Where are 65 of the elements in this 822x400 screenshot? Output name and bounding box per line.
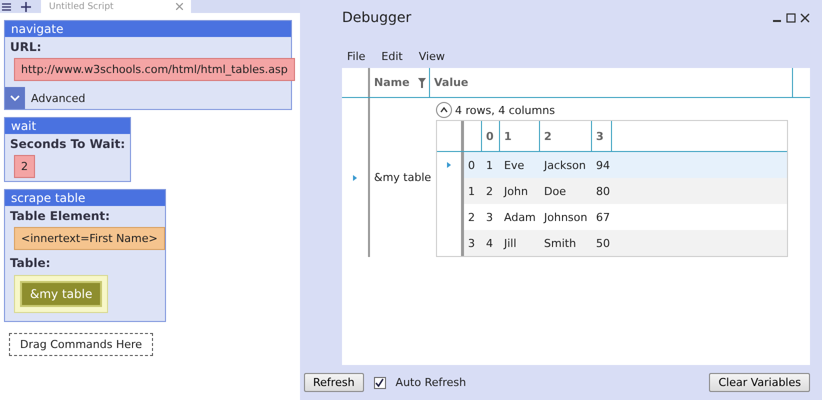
menu-item[interactable]: File	[342, 48, 370, 65]
command-title: wait	[5, 118, 130, 134]
table-cell: 94	[596, 158, 610, 172]
table-cell: Smith	[544, 236, 576, 250]
row-index: 3	[468, 236, 475, 250]
checkbox[interactable]	[374, 376, 386, 388]
checkbox-label: Auto Refresh	[396, 376, 466, 389]
input-field[interactable]: 2	[14, 155, 35, 178]
table-cell: 2	[486, 184, 493, 198]
table-cell: Jackson	[544, 158, 586, 172]
plus-icon[interactable]	[21, 2, 31, 12]
row-index: 2	[468, 210, 475, 224]
field-label: Table Element:	[9, 208, 111, 225]
field-label: Table:	[9, 255, 52, 272]
menu-icon[interactable]	[2, 2, 11, 10]
expand-button[interactable]	[5, 87, 25, 109]
table-cell: John	[504, 184, 528, 198]
table-summary: 4 rows, 4 columns	[455, 104, 555, 116]
refresh-button[interactable]: Refresh	[304, 373, 364, 392]
window-title: Debugger	[342, 10, 412, 26]
row-index: 0	[468, 158, 475, 172]
filter-icon[interactable]	[418, 78, 426, 88]
command-block[interactable]: scrape table Table Element: <innertext=First Name> Table: &my table	[4, 189, 166, 322]
table-cell: Doe	[544, 184, 566, 198]
column-header[interactable]: 2	[540, 121, 592, 151]
maximize-icon[interactable]	[786, 13, 796, 23]
column-header[interactable]: 0	[482, 121, 500, 151]
table-row[interactable]: 1 2 John Doe 80	[437, 178, 787, 204]
table-cell: Jill	[504, 236, 516, 250]
field-label: URL:	[9, 39, 42, 56]
table-cell: Eve	[504, 158, 524, 172]
clear-variables-button[interactable]: Clear Variables	[709, 373, 810, 392]
table-cell: 50	[596, 236, 610, 250]
column-header[interactable]: 3	[592, 121, 612, 151]
menu-item[interactable]: Edit	[376, 48, 408, 65]
column-header[interactable]: 1	[500, 121, 540, 151]
chevron-icon	[10, 94, 20, 102]
field-label: Seconds To Wait:	[9, 136, 126, 153]
close-icon[interactable]	[800, 13, 810, 23]
table-cell: 4	[486, 236, 493, 250]
variable-name: &my table	[374, 171, 432, 184]
chevron-icon	[440, 107, 448, 113]
row-pointer-icon	[353, 174, 357, 180]
menu-item[interactable]: View	[414, 48, 450, 65]
table-row[interactable]: 0 1 Eve Jackson 94	[437, 152, 787, 178]
row-index: 1	[468, 184, 475, 198]
column-header[interactable]: Value	[434, 76, 468, 89]
table-cell: Adam	[504, 210, 536, 224]
drop-zone[interactable]: Drag Commands Here	[9, 333, 154, 356]
table-cell: 1	[486, 158, 493, 172]
command-block[interactable]: wait Seconds To Wait: 2	[4, 117, 132, 182]
input-field[interactable]: http://www.w3schools.com/html/html_tables.asp	[14, 58, 295, 81]
command-title: scrape table	[5, 190, 165, 206]
command-title: navigate	[5, 21, 291, 37]
collapse-button[interactable]	[436, 102, 452, 118]
input-field[interactable]: <innertext=First Name>	[14, 227, 165, 250]
table-cell: 3	[486, 210, 493, 224]
table-row[interactable]: 3 4 Jill Smith 50	[437, 230, 787, 256]
advanced-label: Advanced	[31, 92, 86, 104]
column-header[interactable]: Name	[374, 76, 410, 89]
table-cell: 67	[596, 210, 610, 224]
table-cell: Johnson	[544, 210, 588, 224]
table-cell: 80	[596, 184, 610, 198]
row-pointer-icon	[447, 162, 451, 168]
command-block[interactable]: navigate URL: http://www.w3schools.com/html/html_tables.asp Advanced	[4, 20, 292, 110]
